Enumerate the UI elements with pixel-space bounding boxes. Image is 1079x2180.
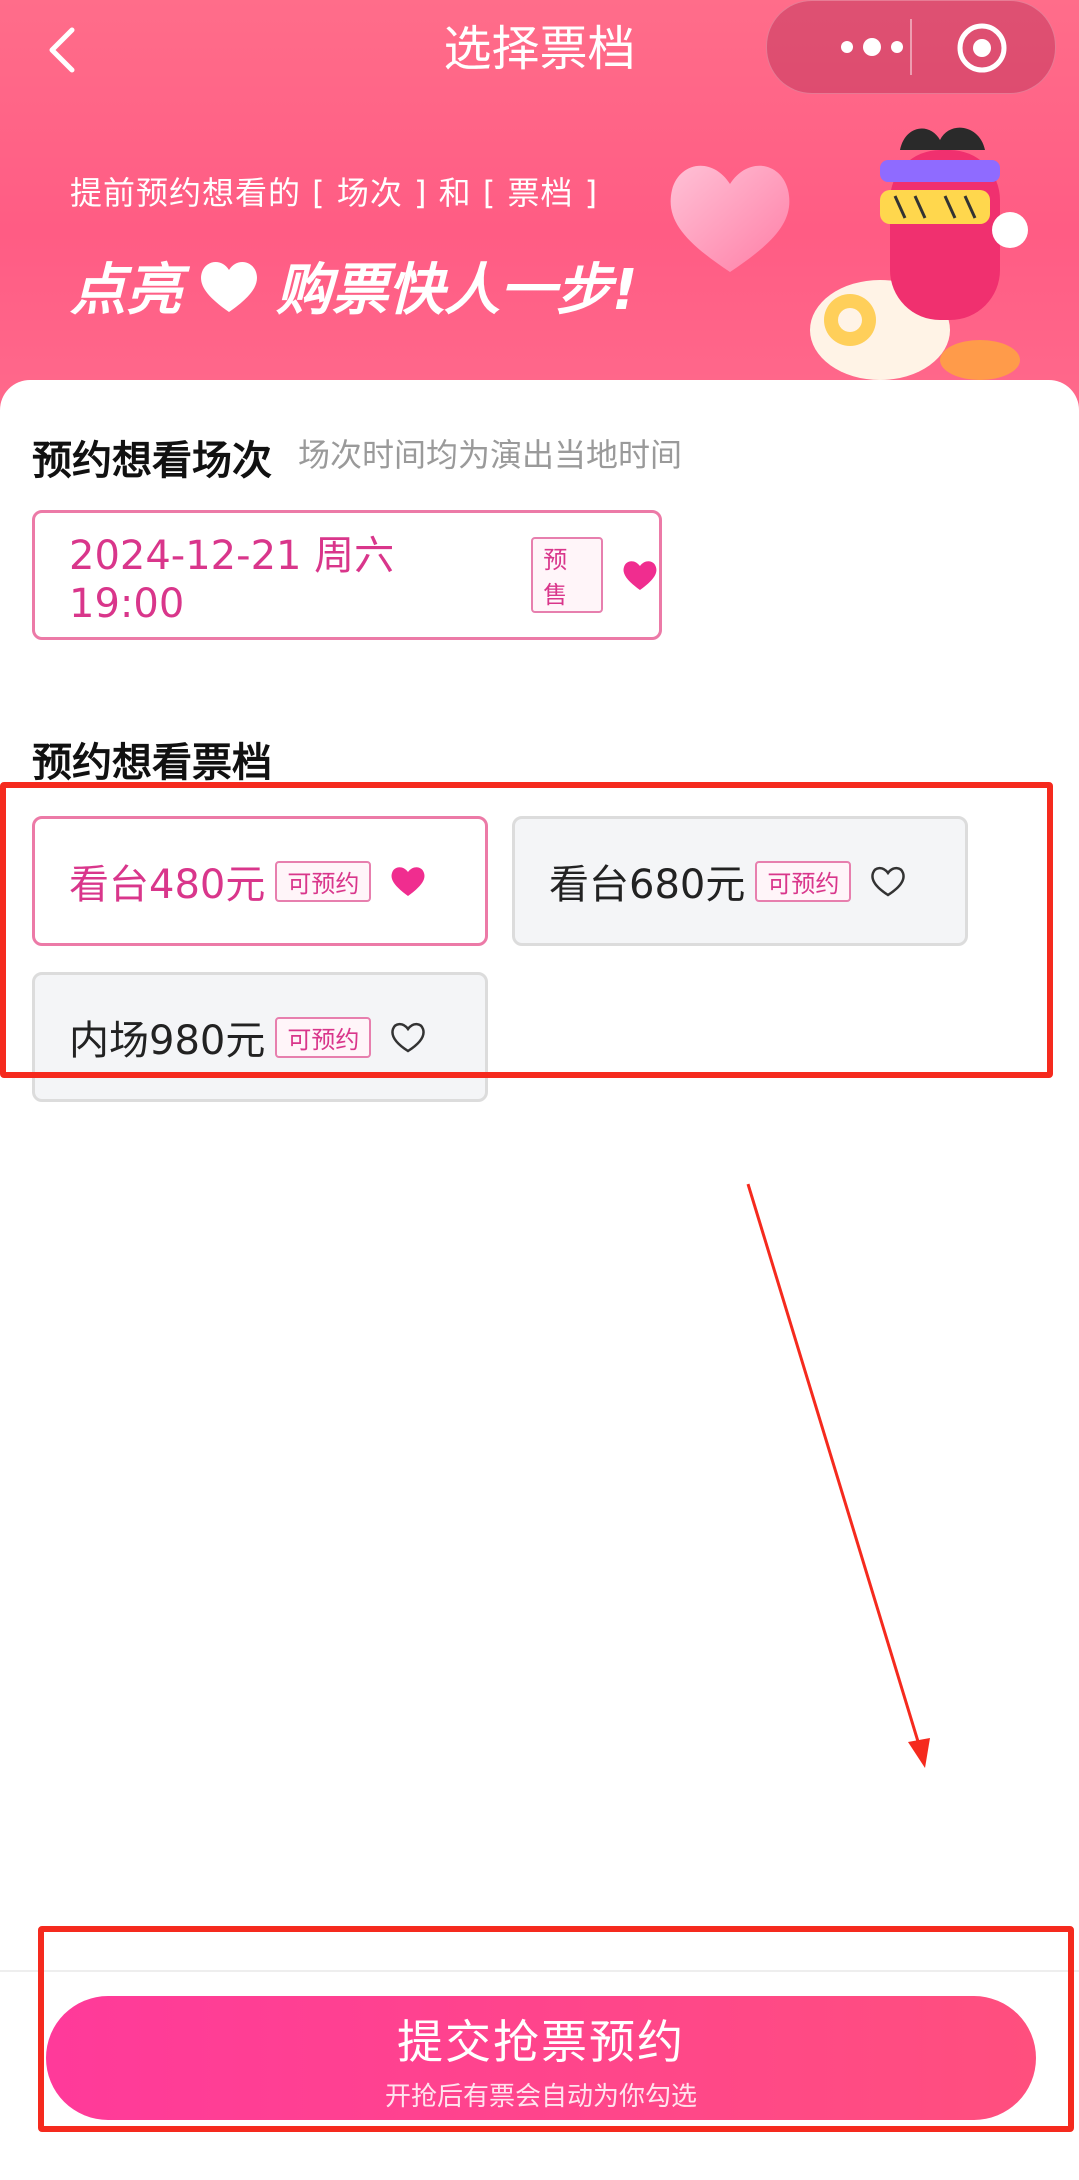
annotation-box-submit (38, 1926, 1074, 2132)
session-section-subtitle: 场次时间均为演出当地时间 (298, 436, 683, 474)
header-banner: 选择票档 提前预约想看的 [ 场次 ] 和 [ 票档 ] 点亮 购票快人一步! (0, 0, 1079, 420)
heart-icon (623, 561, 657, 590)
close-mini-program-button[interactable] (955, 21, 1009, 75)
capsule-divider (910, 19, 912, 75)
session-option[interactable]: 2024-12-21 周六 19:00 预售 (32, 510, 662, 640)
target-icon (957, 23, 1007, 73)
heart-icon (201, 261, 257, 312)
mascot-illustration (810, 127, 1028, 380)
presale-tag: 预售 (531, 537, 604, 613)
content-card (0, 380, 1079, 2180)
mini-program-capsule (766, 0, 1056, 94)
banner-slogan: 点亮 购票快人一步! (70, 245, 638, 326)
banner-slogan-right: 购票快人一步! (276, 258, 638, 323)
annotation-box-price-options (0, 782, 1053, 1078)
banner-slogan-left: 点亮 (70, 258, 182, 323)
session-section-title: 预约想看场次 (32, 438, 272, 484)
session-option-label: 2024-12-21 周六 19:00 (69, 533, 395, 627)
price-section-title: 预约想看票档 (32, 740, 272, 786)
decorative-heart-icon (670, 165, 790, 272)
banner-subtitle: 提前预约想看的 [ 场次 ] 和 [ 票档 ] (70, 174, 599, 212)
